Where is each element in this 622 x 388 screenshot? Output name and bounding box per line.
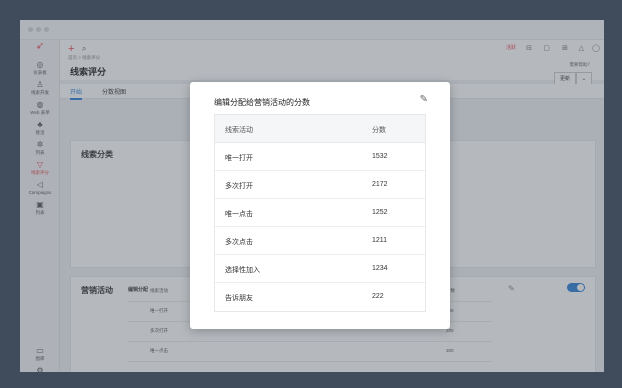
cell-activity: 多次打开	[225, 183, 253, 190]
edit-scores-dialog: 编辑分配给营销活动的分数 ✎ 线索活动 分数 唯一打开 1532 多次打开 21…	[190, 82, 450, 329]
scores-table: 线索活动 分数 唯一打开 1532 多次打开 2172 唯一点击 1252 多次…	[214, 114, 426, 312]
table-row[interactable]: 多次打开 2172	[215, 171, 425, 199]
cell-activity: 选择性加入	[225, 267, 260, 274]
cell-activity: 唯一点击	[225, 211, 253, 218]
pencil-icon[interactable]: ✎	[420, 94, 428, 105]
cell-activity: 告诉朋友	[225, 295, 253, 302]
cell-score[interactable]: 1211	[372, 237, 387, 244]
table-header: 线索活动 分数	[215, 115, 425, 143]
cell-activity: 多次点击	[225, 239, 253, 246]
header-activity: 线索活动	[225, 127, 253, 134]
table-row[interactable]: 唯一点击 1252	[215, 199, 425, 227]
cell-activity: 唯一打开	[225, 155, 253, 162]
table-row[interactable]: 告诉朋友 222	[215, 283, 425, 311]
cell-score[interactable]: 1252	[372, 209, 388, 216]
cell-score[interactable]: 1532	[372, 153, 388, 160]
cell-score[interactable]: 2172	[372, 181, 388, 188]
table-row[interactable]: 唯一打开 1532	[215, 143, 425, 171]
cell-score[interactable]: 1234	[372, 265, 388, 272]
dialog-title: 编辑分配给营销活动的分数	[214, 98, 310, 107]
header-score: 分数	[372, 127, 386, 134]
table-row[interactable]: 多次点击 1211	[215, 227, 425, 255]
cell-score[interactable]: 222	[372, 293, 384, 300]
table-row[interactable]: 选择性加入 1234	[215, 255, 425, 283]
